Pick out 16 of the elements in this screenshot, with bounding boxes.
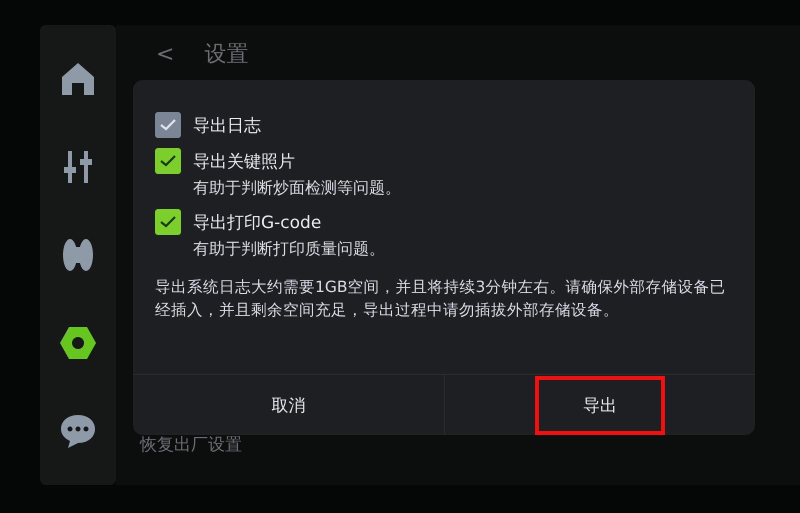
option-label: 导出关键照片: [193, 150, 296, 172]
checkbox[interactable]: [155, 148, 181, 174]
option-note: 有助于判断打印质量问题。: [193, 239, 386, 260]
check-icon: [160, 155, 176, 167]
settings-item: 恢复出厂设置: [140, 434, 242, 456]
option-label: 导出日志: [193, 114, 262, 136]
option-label: 导出打印G-code: [193, 212, 322, 234]
cancel-button[interactable]: 取消: [133, 375, 444, 435]
screen-title: 设置: [204, 41, 248, 69]
back-button[interactable]: <: [156, 42, 174, 66]
dialog-message: 导出系统日志大约需要1GB空间，并且将持续3分钟左右。请确保外部存储设备已经插入，并且剩余空间充足，导出过程中请勿插拔外部存储设备。: [155, 277, 726, 321]
checkbox[interactable]: [155, 209, 181, 235]
option-note: 有助于判断炒面检测等问题。: [193, 178, 402, 199]
export-button[interactable]: 导出: [444, 375, 755, 435]
check-icon: [160, 216, 176, 228]
check-icon: [160, 119, 176, 131]
